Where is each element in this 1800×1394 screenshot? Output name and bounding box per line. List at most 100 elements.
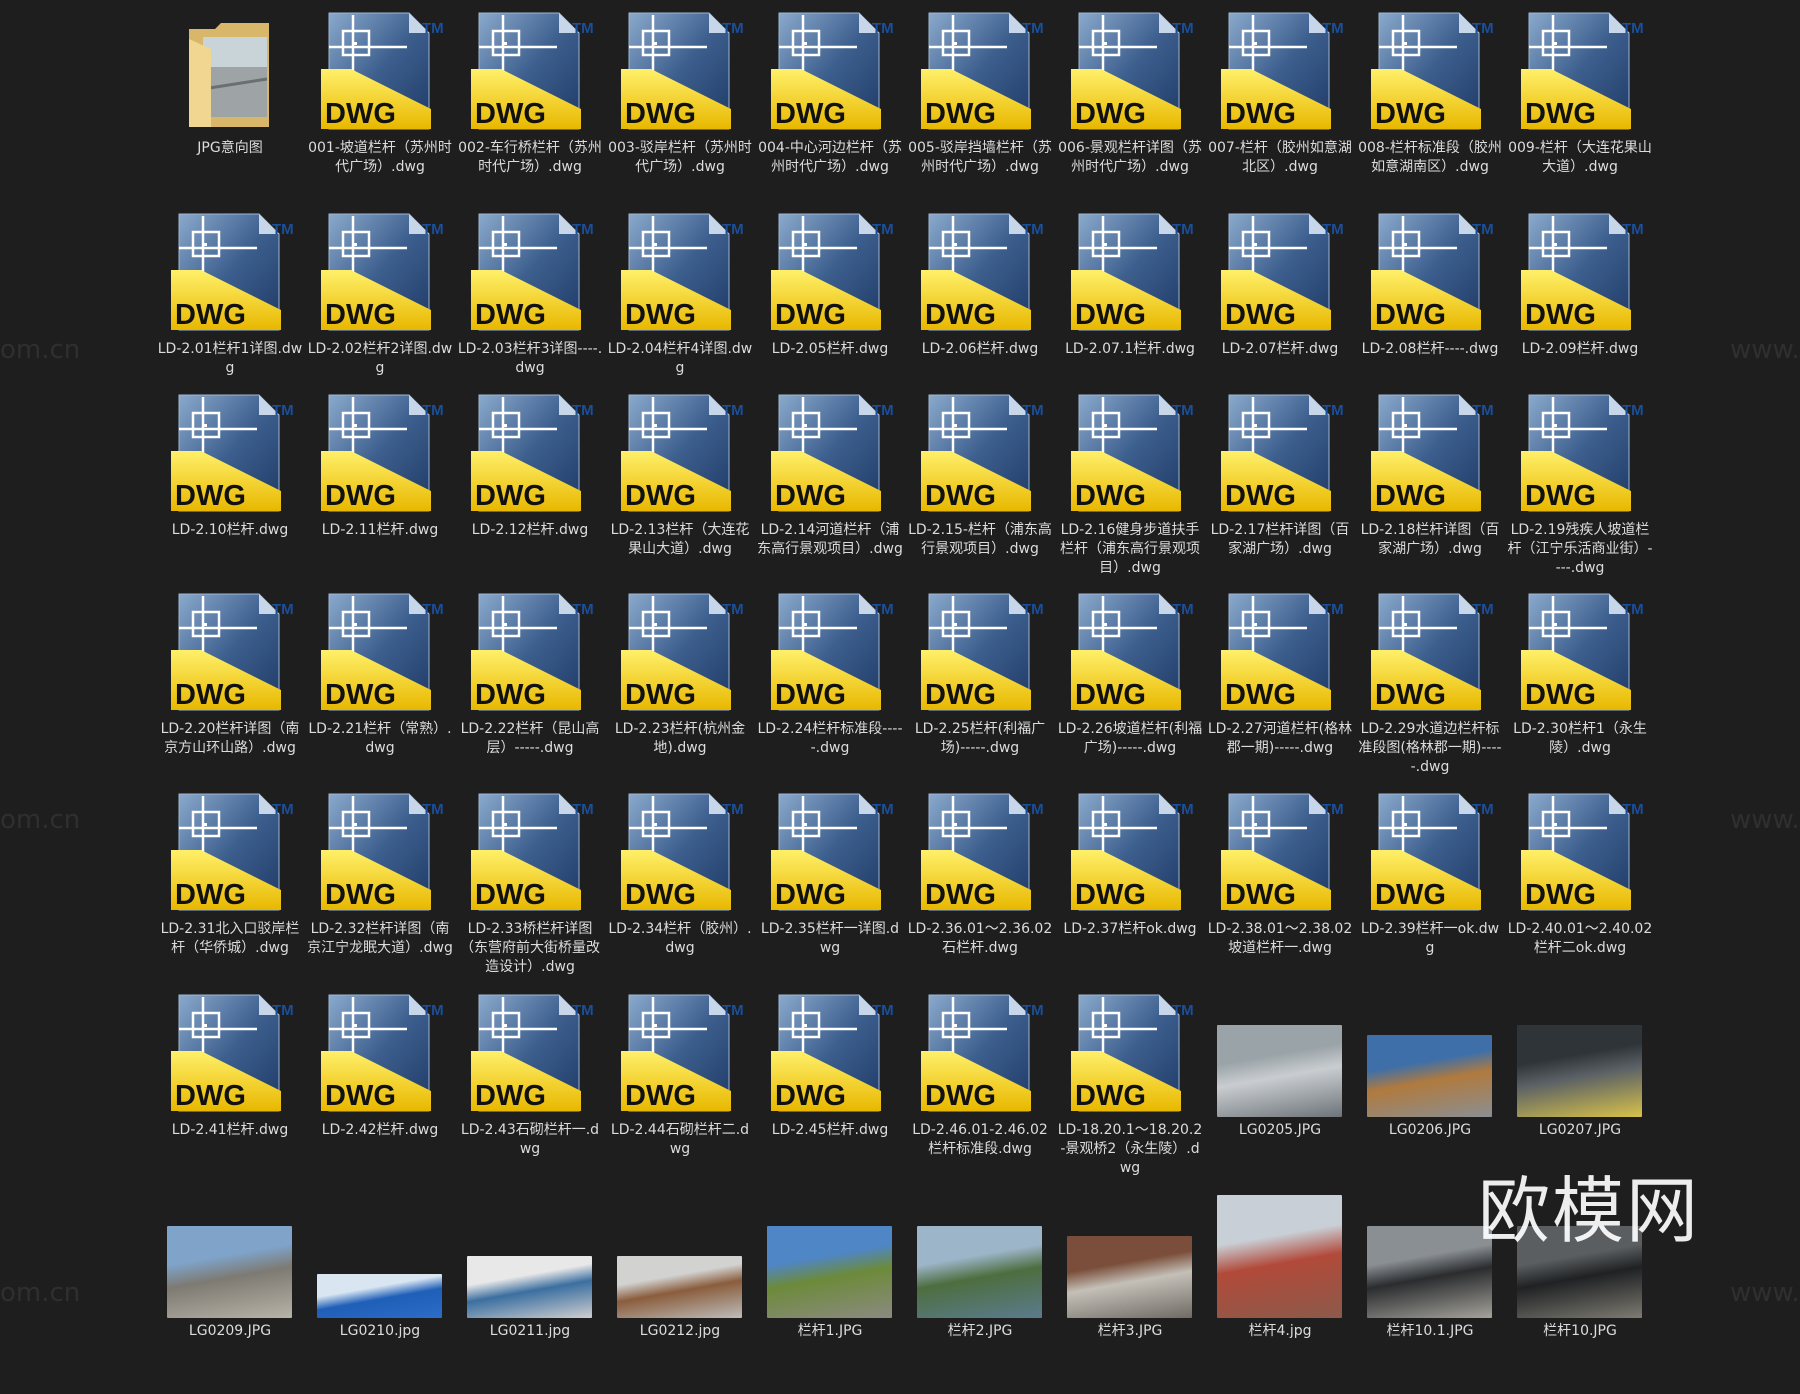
- file-item-image[interactable]: LG0209.JPG: [155, 1194, 305, 1394]
- file-item-dwg[interactable]: DWG TM LD-2.16健身步道扶手栏杆（浦东高行景观项目）.dwg: [1055, 393, 1205, 593]
- file-item-image[interactable]: 栏杆4.jpg: [1205, 1194, 1355, 1394]
- file-item-dwg[interactable]: DWG TM LD-2.12栏杆.dwg: [455, 393, 605, 593]
- file-item-dwg[interactable]: DWG TM LD-2.27河道栏杆(格林郡一期)-----.dwg: [1205, 592, 1355, 792]
- svg-text:TM: TM: [572, 221, 593, 238]
- file-name-label: 栏杆1.JPG: [797, 1323, 863, 1339]
- svg-text:TM: TM: [1322, 801, 1343, 818]
- svg-text:TM: TM: [572, 801, 593, 818]
- svg-text:DWG: DWG: [775, 480, 846, 512]
- svg-text:DWG: DWG: [175, 299, 246, 331]
- file-item-dwg[interactable]: DWG TM LD-2.17栏杆详图（百家湖广场）.dwg: [1205, 393, 1355, 593]
- dwg-file-icon: DWG TM: [467, 212, 594, 336]
- file-item-dwg[interactable]: DWG TM LD-2.39栏杆一ok.dwg: [1355, 792, 1505, 992]
- file-item-image[interactable]: LG0212.jpg: [605, 1194, 755, 1394]
- dwg-file-icon: DWG TM: [317, 993, 444, 1117]
- file-item-dwg[interactable]: DWG TM LD-2.19残疾人坡道栏杆（江宁乐活商业街）----.dwg: [1505, 393, 1655, 593]
- dwg-file-icon: DWG TM: [917, 11, 1044, 135]
- file-item-dwg[interactable]: DWG TM LD-2.07.1栏杆.dwg: [1055, 212, 1205, 412]
- file-item-dwg[interactable]: DWG TM 008-栏杆标准段（胶州如意湖南区）.dwg: [1355, 11, 1505, 211]
- dwg-file-icon: DWG TM: [1067, 592, 1194, 716]
- folder-item[interactable]: JPG意向图: [155, 11, 305, 211]
- file-item-dwg[interactable]: DWG TM LD-2.04栏杆4详图.dwg: [605, 212, 755, 412]
- svg-text:TM: TM: [1472, 221, 1493, 238]
- svg-text:TM: TM: [422, 221, 443, 238]
- file-item-dwg[interactable]: DWG TM 001-坡道栏杆（苏州时代广场）.dwg: [305, 11, 455, 211]
- file-item-dwg[interactable]: DWG TM 003-驳岸栏杆（苏州时代广场）.dwg: [605, 11, 755, 211]
- file-name-label: LD-18.20.1～18.20.2-景观桥2（永生陵）.dwg: [1057, 1122, 1203, 1176]
- file-item-dwg[interactable]: DWG TM LD-18.20.1～18.20.2-景观桥2（永生陵）.dwg: [1055, 993, 1205, 1193]
- dwg-file-icon: DWG TM: [767, 393, 894, 517]
- file-item-image[interactable]: 栏杆1.JPG: [755, 1194, 905, 1394]
- file-item-dwg[interactable]: DWG TM LD-2.02栏杆2详图.dwg: [305, 212, 455, 412]
- file-item-dwg[interactable]: DWG TM LD-2.14河道栏杆（浦东高行景观项目）.dwg: [755, 393, 905, 593]
- file-item-image[interactable]: 栏杆3.JPG: [1055, 1194, 1205, 1394]
- file-name-label: LD-2.14河道栏杆（浦东高行景观项目）.dwg: [757, 522, 903, 557]
- file-item-dwg[interactable]: DWG TM LD-2.25栏杆(利福广场)-----.dwg: [905, 592, 1055, 792]
- file-item-dwg[interactable]: DWG TM LD-2.34栏杆（胶州）.dwg: [605, 792, 755, 992]
- svg-text:DWG: DWG: [1075, 98, 1146, 130]
- file-item-dwg[interactable]: DWG TM LD-2.40.01～2.40.02栏杆二ok.dwg: [1505, 792, 1655, 992]
- file-item-dwg[interactable]: DWG TM 005-驳岸挡墙栏杆（苏州时代广场）.dwg: [905, 11, 1055, 211]
- file-item-dwg[interactable]: DWG TM LD-2.42栏杆.dwg: [305, 993, 455, 1193]
- file-item-dwg[interactable]: DWG TM LD-2.01栏杆1详图.dwg: [155, 212, 305, 412]
- file-item-dwg[interactable]: DWG TM LD-2.26坡道栏杆(利福广场)-----.dwg: [1055, 592, 1205, 792]
- file-item-dwg[interactable]: DWG TM LD-2.13栏杆（大连花果山大道）.dwg: [605, 393, 755, 593]
- file-item-dwg[interactable]: DWG TM LD-2.30栏杆1（永生陵）.dwg: [1505, 592, 1655, 792]
- file-item-dwg[interactable]: DWG TM 002-车行桥栏杆（苏州时代广场）.dwg: [455, 11, 605, 211]
- file-item-dwg[interactable]: DWG TM LD-2.32栏杆详图（南京江宁龙眠大道）.dwg: [305, 792, 455, 992]
- file-item-image[interactable]: LG0211.jpg: [455, 1194, 605, 1394]
- svg-text:TM: TM: [422, 601, 443, 618]
- file-name-label: 003-驳岸栏杆（苏州时代广场）.dwg: [608, 140, 752, 175]
- file-item-dwg[interactable]: DWG TM LD-2.18栏杆详图（百家湖广场）.dwg: [1355, 393, 1505, 593]
- dwg-file-icon: DWG TM: [617, 11, 744, 135]
- svg-text:TM: TM: [722, 1002, 743, 1019]
- dwg-file-icon: DWG TM: [1367, 212, 1494, 336]
- file-item-dwg[interactable]: DWG TM LD-2.07栏杆.dwg: [1205, 212, 1355, 412]
- file-item-dwg[interactable]: DWG TM LD-2.22栏杆（昆山高层）-----.dwg: [455, 592, 605, 792]
- svg-text:TM: TM: [1322, 402, 1343, 419]
- file-item-dwg[interactable]: DWG TM LD-2.31北入口驳岸栏杆（华侨城）.dwg: [155, 792, 305, 992]
- file-item-dwg[interactable]: DWG TM LD-2.06栏杆.dwg: [905, 212, 1055, 412]
- file-item-image[interactable]: LG0205.JPG: [1205, 993, 1355, 1193]
- file-item-dwg[interactable]: DWG TM LD-2.29水道边栏杆标准段图(格林郡一期)-----.dwg: [1355, 592, 1505, 792]
- file-item-image[interactable]: LG0210.jpg: [305, 1194, 455, 1394]
- file-item-dwg[interactable]: DWG TM LD-2.20栏杆详图（南京方山环山路）.dwg: [155, 592, 305, 792]
- file-item-dwg[interactable]: DWG TM LD-2.38.01～2.38.02坡道栏杆一.dwg: [1205, 792, 1355, 992]
- file-item-dwg[interactable]: DWG TM LD-2.36.01～2.36.02石栏杆.dwg: [905, 792, 1055, 992]
- svg-text:TM: TM: [1172, 20, 1193, 37]
- file-item-dwg[interactable]: DWG TM 007-栏杆（胶州如意湖北区）.dwg: [1205, 11, 1355, 211]
- svg-text:TM: TM: [272, 801, 293, 818]
- file-item-dwg[interactable]: DWG TM LD-2.09栏杆.dwg: [1505, 212, 1655, 412]
- file-item-dwg[interactable]: DWG TM LD-2.43石砌栏杆一.dwg: [455, 993, 605, 1193]
- file-item-dwg[interactable]: DWG TM LD-2.35栏杆一详图.dwg: [755, 792, 905, 992]
- svg-text:DWG: DWG: [475, 879, 546, 911]
- file-item-dwg[interactable]: DWG TM LD-2.08栏杆----.dwg: [1355, 212, 1505, 412]
- file-item-image[interactable]: 栏杆2.JPG: [905, 1194, 1055, 1394]
- file-name-label: LG0206.JPG: [1388, 1122, 1472, 1138]
- file-item-dwg[interactable]: DWG TM LD-2.05栏杆.dwg: [755, 212, 905, 412]
- file-item-dwg[interactable]: DWG TM LD-2.33桥栏杆详图（东营府前大街桥量改造设计）.dwg: [455, 792, 605, 992]
- file-name-label: LG0211.jpg: [489, 1323, 571, 1339]
- file-item-dwg[interactable]: DWG TM LD-2.21栏杆（常熟）.dwg: [305, 592, 455, 792]
- file-item-dwg[interactable]: DWG TM LD-2.10栏杆.dwg: [155, 393, 305, 593]
- file-name-label: LD-2.03栏杆3详图----.dwg: [457, 341, 603, 376]
- svg-text:TM: TM: [1622, 221, 1643, 238]
- file-item-dwg[interactable]: DWG TM LD-2.24栏杆标准段-----.dwg: [755, 592, 905, 792]
- file-item-dwg[interactable]: DWG TM LD-2.45栏杆.dwg: [755, 993, 905, 1193]
- file-item-dwg[interactable]: DWG TM LD-2.15-栏杆（浦东高行景观项目）.dwg: [905, 393, 1055, 593]
- dwg-file-icon: DWG TM: [767, 212, 894, 336]
- dwg-file-icon: DWG TM: [1217, 792, 1344, 916]
- file-item-dwg[interactable]: DWG TM LD-2.23栏杆(杭州金地).dwg: [605, 592, 755, 792]
- svg-text:TM: TM: [1472, 801, 1493, 818]
- file-item-dwg[interactable]: DWG TM LD-2.41栏杆.dwg: [155, 993, 305, 1193]
- svg-text:DWG: DWG: [325, 879, 396, 911]
- file-name-label: 002-车行桥栏杆（苏州时代广场）.dwg: [458, 140, 602, 175]
- file-item-dwg[interactable]: DWG TM LD-2.44石砌栏杆二.dwg: [605, 993, 755, 1193]
- file-item-dwg[interactable]: DWG TM LD-2.46.01-2.46.02栏杆标准段.dwg: [905, 993, 1055, 1193]
- file-item-dwg[interactable]: DWG TM 006-景观栏杆详图（苏州时代广场）.dwg: [1055, 11, 1205, 211]
- file-item-dwg[interactable]: DWG TM LD-2.37栏杆ok.dwg: [1055, 792, 1205, 992]
- file-item-dwg[interactable]: DWG TM LD-2.11栏杆.dwg: [305, 393, 455, 593]
- file-item-dwg[interactable]: DWG TM 009-栏杆（大连花果山大道）.dwg: [1505, 11, 1655, 211]
- file-item-dwg[interactable]: DWG TM LD-2.03栏杆3详图----.dwg: [455, 212, 605, 412]
- file-item-dwg[interactable]: DWG TM 004-中心河边栏杆（苏州时代广场）.dwg: [755, 11, 905, 211]
